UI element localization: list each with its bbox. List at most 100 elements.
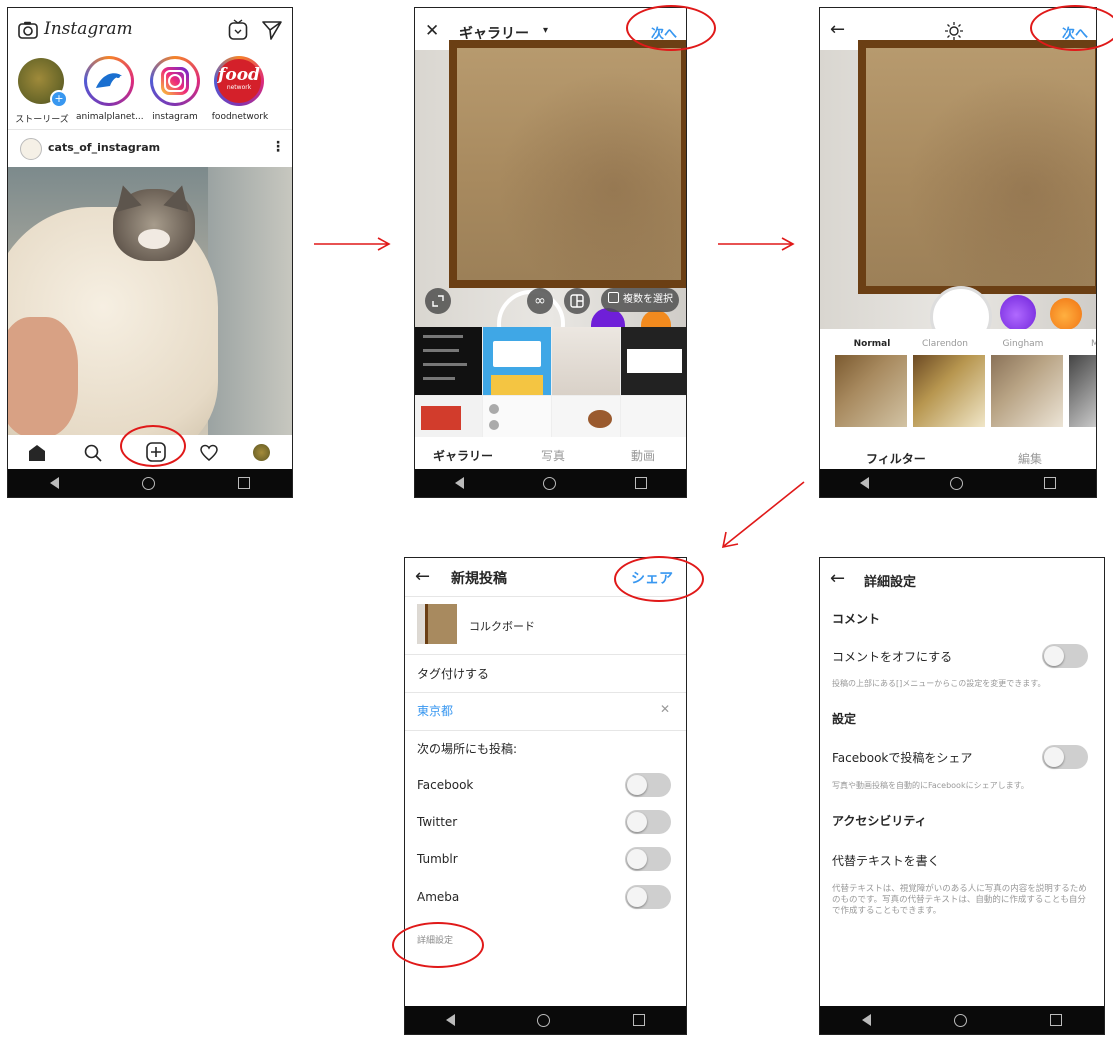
recents-nav-icon[interactable] <box>1050 1014 1063 1026</box>
instagram-logo-icon <box>161 67 189 95</box>
post-username[interactable]: cats_of_instagram <box>48 141 160 154</box>
tumblr-toggle[interactable] <box>625 847 671 871</box>
preview-image-corkboard <box>415 40 686 327</box>
gallery-thumbnail[interactable] <box>415 327 482 395</box>
facebook-share-note: 写真や動画投稿を自動的にFacebookにシェアします。 <box>832 781 1029 790</box>
back-nav-icon[interactable] <box>49 477 59 489</box>
divider <box>405 692 686 693</box>
heart-icon[interactable] <box>200 444 218 466</box>
filter-thumb-normal[interactable] <box>835 355 907 427</box>
filter-thumb-m[interactable] <box>1069 355 1096 427</box>
close-icon[interactable]: ✕ <box>425 21 439 41</box>
tab-gallery[interactable]: ギャラリー <box>433 447 493 464</box>
gallery-thumbnail[interactable] <box>552 327 620 395</box>
back-nav-icon[interactable] <box>446 1014 456 1026</box>
service-label-twitter: Twitter <box>417 815 458 829</box>
flow-arrow-icon <box>312 236 392 256</box>
page-title: 新規投稿 <box>451 571 507 587</box>
recents-nav-icon[interactable] <box>238 477 251 489</box>
home-icon[interactable] <box>28 444 46 466</box>
recents-nav-icon[interactable] <box>1043 477 1056 489</box>
new-post-icon[interactable] <box>146 442 166 466</box>
gallery-thumbnail[interactable] <box>415 396 482 437</box>
flow-arrow-icon <box>718 478 808 554</box>
comment-off-toggle[interactable] <box>1042 644 1088 668</box>
screen-gallery: ✕ ギャラリー ▾ 次へ ∞ 複数を選択 ギャラリー 写真 動画 <box>414 7 687 498</box>
gallery-thumbnail-grid <box>415 327 686 437</box>
facebook-toggle[interactable] <box>625 773 671 797</box>
gallery-thumbnail[interactable] <box>483 327 551 395</box>
gallery-thumbnail[interactable] <box>621 327 686 395</box>
camera-icon[interactable] <box>18 21 38 43</box>
filter-thumb-clarendon[interactable] <box>913 355 985 427</box>
tag-people-row[interactable]: タグ付けする <box>417 665 489 682</box>
caption-text[interactable]: コルクボード <box>469 618 535 634</box>
page-title: 詳細設定 <box>864 575 917 590</box>
post-user-avatar[interactable] <box>20 138 42 160</box>
back-icon[interactable]: ← <box>830 568 845 589</box>
android-nav-bar <box>405 1006 686 1034</box>
twitter-toggle[interactable] <box>625 810 671 834</box>
filter-thumb-gingham[interactable] <box>991 355 1063 427</box>
add-story-icon[interactable]: + <box>50 90 68 108</box>
recents-nav-icon[interactable] <box>632 1014 645 1026</box>
location-text[interactable]: 東京都 <box>417 702 453 719</box>
tab-photo[interactable]: 写真 <box>541 447 565 464</box>
search-icon[interactable] <box>84 444 102 466</box>
home-nav-icon[interactable] <box>537 1013 551 1027</box>
direct-message-icon[interactable] <box>262 20 282 44</box>
back-nav-icon[interactable] <box>861 1014 871 1026</box>
multi-select-label: 複数を選択 <box>623 294 673 305</box>
gallery-thumbnail[interactable] <box>621 396 686 437</box>
igtv-icon[interactable] <box>228 19 248 45</box>
ameba-toggle[interactable] <box>625 885 671 909</box>
back-icon[interactable]: ← <box>415 566 430 587</box>
screen-instagram-feed: Instagram + food network ストーリーズ animalpl… <box>7 7 293 498</box>
filter-label-clarendon: Clarendon <box>922 339 968 349</box>
profile-avatar[interactable] <box>253 444 270 461</box>
section-accessibility-heading: アクセシビリティ <box>832 814 927 828</box>
android-nav-bar <box>820 469 1096 497</box>
foodnetwork-avatar: food network <box>217 59 261 103</box>
tab-filter[interactable]: フィルター <box>866 450 926 467</box>
back-nav-icon[interactable] <box>454 477 464 489</box>
tab-video[interactable]: 動画 <box>631 447 655 464</box>
story-label: ストーリーズ <box>15 115 69 125</box>
filter-label-normal: Normal <box>853 339 891 349</box>
gallery-thumbnail[interactable] <box>483 396 551 437</box>
tab-edit[interactable]: 編集 <box>1018 450 1042 467</box>
filter-label-m: M <box>1091 339 1096 349</box>
effect-orange-icon[interactable] <box>1050 298 1082 330</box>
advanced-settings-link[interactable]: 詳細設定 <box>417 933 453 946</box>
home-nav-icon[interactable] <box>949 476 963 490</box>
effect-purple-icon[interactable] <box>1000 295 1036 331</box>
flow-arrow-icon <box>716 236 796 256</box>
stories-row: + food network ストーリーズ animalplanet... in… <box>8 54 292 126</box>
home-nav-icon[interactable] <box>953 1013 967 1027</box>
expand-icon[interactable] <box>425 288 451 314</box>
post-thumbnail <box>417 604 457 644</box>
share-button[interactable]: シェア <box>631 568 673 588</box>
home-nav-icon[interactable] <box>542 476 556 490</box>
food-logo-text: food <box>218 65 260 85</box>
comment-off-label: コメントをオフにする <box>832 650 953 664</box>
gallery-thumbnail[interactable] <box>552 396 620 437</box>
recents-nav-icon[interactable] <box>634 477 647 489</box>
home-nav-icon[interactable] <box>141 476 155 490</box>
layout-icon[interactable] <box>564 288 590 314</box>
alt-text-link[interactable]: 代替テキストを書く <box>832 852 940 869</box>
divider <box>8 129 292 130</box>
section-comment-heading: コメント <box>832 612 881 626</box>
app-title: Instagram <box>44 19 133 39</box>
post-more-icon[interactable]: ⋮ <box>271 139 285 155</box>
multi-select-button[interactable]: 複数を選択 <box>601 288 679 312</box>
back-nav-icon[interactable] <box>860 477 870 489</box>
back-icon[interactable]: ← <box>830 19 845 40</box>
facebook-share-toggle[interactable] <box>1042 745 1088 769</box>
divider <box>405 730 686 731</box>
android-nav-bar <box>415 469 686 497</box>
boomerang-button[interactable]: ∞ <box>527 288 553 314</box>
chevron-down-icon[interactable]: ▾ <box>543 25 548 36</box>
clear-location-icon[interactable]: ✕ <box>660 702 670 716</box>
animalplanet-logo-icon <box>94 68 124 96</box>
